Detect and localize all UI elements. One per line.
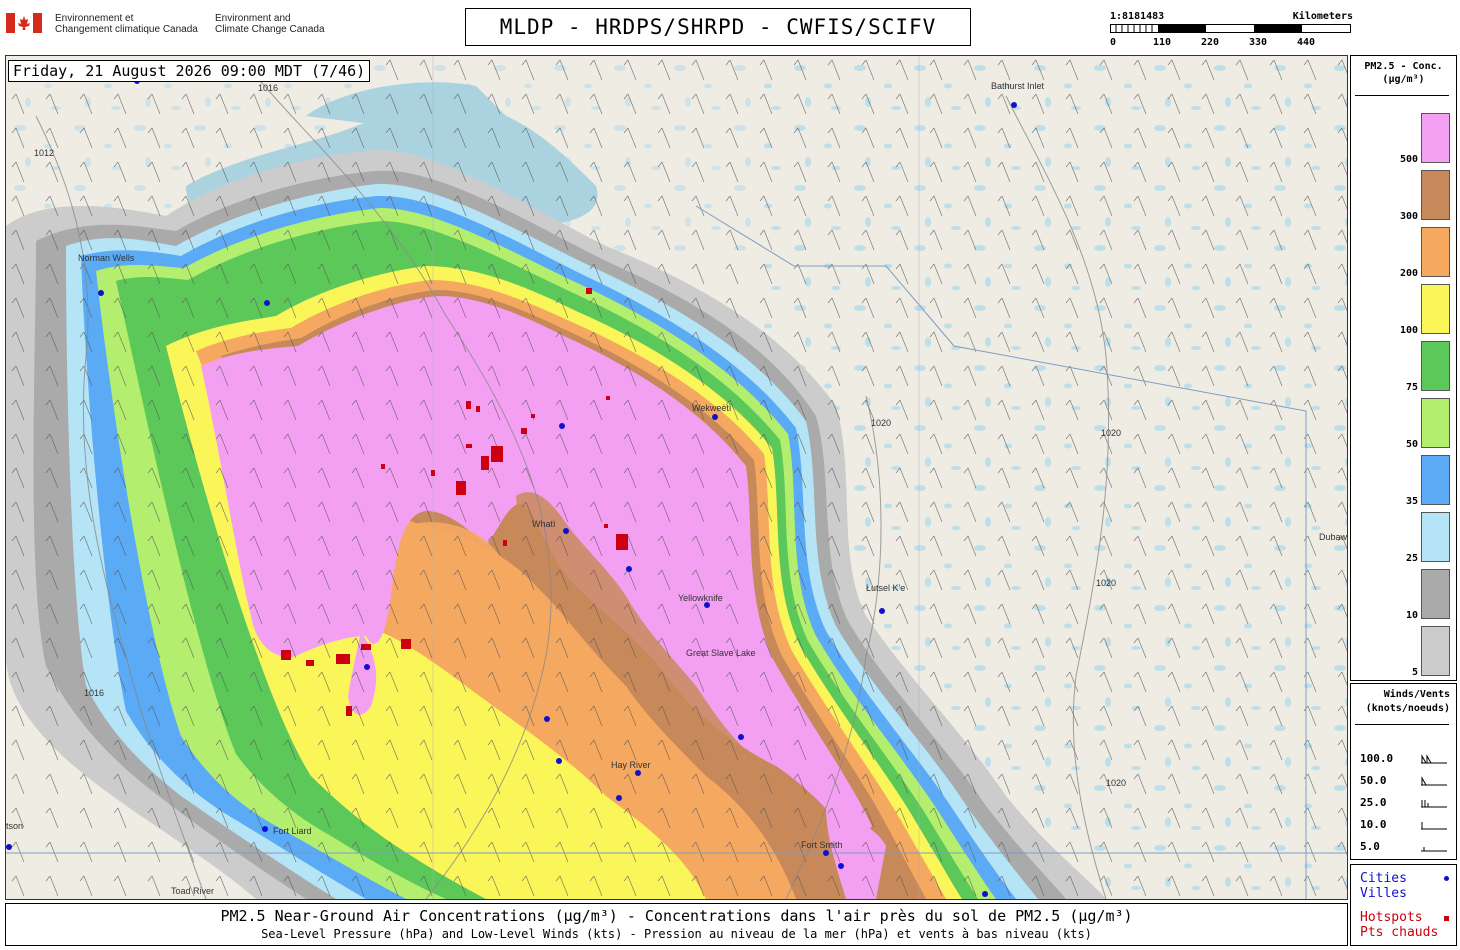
legend-label: 35 xyxy=(1405,496,1418,507)
wind-barb-icon xyxy=(1421,776,1447,786)
isobar-label: 1020 xyxy=(1101,428,1121,438)
wind-legend-title: Winds/Vents xyxy=(1383,689,1450,700)
legend-label: 50 xyxy=(1405,439,1418,450)
legend-swatch xyxy=(1421,341,1450,391)
legend-swatch xyxy=(1421,626,1450,676)
hotspot-symbol-icon xyxy=(1444,916,1449,921)
city-label: Fort Liard xyxy=(273,826,312,836)
isobar-label: 1016 xyxy=(84,688,104,698)
wind-barb-icon xyxy=(1421,822,1447,830)
legend-label: 200 xyxy=(1399,268,1418,279)
scale-tick: 110 xyxy=(1153,37,1172,48)
city-label: Yellowknife xyxy=(678,593,723,603)
villes-label: Villes xyxy=(1360,886,1407,901)
scale-ratio: 1:8181483 xyxy=(1110,11,1165,22)
city-label: Wekweètì xyxy=(692,403,731,413)
isobar-label: 1016 xyxy=(258,83,278,93)
footer-caption: PM2.5 Near-Ground Air Concentrations (µg… xyxy=(5,903,1348,946)
city-label: Toad River xyxy=(171,886,214,896)
wind-barb-icon xyxy=(1421,754,1447,764)
hotspots-label: Hotspots xyxy=(1360,910,1423,925)
agency-name-fr: Environnement et Changement climatique Ca… xyxy=(55,13,198,35)
city-label: Hay River xyxy=(611,760,651,770)
city-label: tson xyxy=(6,821,23,831)
wind-speed-label: 100.0 xyxy=(1360,752,1394,765)
wind-speed-label: 25.0 xyxy=(1360,796,1387,809)
wind-speed-label: 5.0 xyxy=(1360,840,1380,853)
scale-tick: 440 xyxy=(1297,37,1316,48)
header: Environnement et Changement climatique Ca… xyxy=(0,0,1460,52)
legend-swatch xyxy=(1421,284,1450,334)
smoke-forecast-map: 1012 1016 1016 1020 1020 1020 1020 Norma… xyxy=(6,56,1347,899)
legend-label: 100 xyxy=(1399,325,1418,336)
legend-swatch xyxy=(1421,569,1450,619)
city-label: Norman Wells xyxy=(78,253,135,263)
scale-bar: 1:8181483 Kilometers 0 110 220 330 440 xyxy=(1108,10,1353,50)
legend-swatch xyxy=(1421,227,1450,277)
city-symbol-icon xyxy=(1444,876,1449,881)
legend-swatch xyxy=(1421,170,1450,220)
pm25-legend: PM2.5 - Conc. (µg/m³) 500 300 200 100 75 50 35… xyxy=(1350,55,1457,681)
legend-title: PM2.5 - Conc. xyxy=(1364,61,1443,72)
footer-line-1: PM2.5 Near-Ground Air Concentrations (µg… xyxy=(220,907,1133,925)
legend-swatch xyxy=(1421,398,1450,448)
city-label: Bathurst Inlet xyxy=(991,81,1045,91)
legend-label: 5 xyxy=(1411,667,1418,678)
city-label: Whatì xyxy=(532,519,556,529)
wind-speed-label: 50.0 xyxy=(1360,774,1387,787)
legend-label: 300 xyxy=(1399,211,1418,222)
canada-flag-icon xyxy=(6,13,42,33)
symbol-key: Cities Villes Hotspots Pts chauds xyxy=(1350,864,1457,946)
isobar-label: 1020 xyxy=(1096,578,1116,588)
isobar-label: 1020 xyxy=(1106,778,1126,788)
wind-legend: Winds/Vents (knots/noeuds) 100.0 50.0 25.0… xyxy=(1350,683,1457,860)
legend-swatch xyxy=(1421,455,1450,505)
wind-legend-unit: (knots/noeuds) xyxy=(1365,703,1450,714)
legend-label: 25 xyxy=(1405,553,1418,564)
legend-swatch xyxy=(1421,512,1450,562)
legend-swatch xyxy=(1421,113,1450,163)
scale-tick: 330 xyxy=(1249,37,1268,48)
scale-tick: 220 xyxy=(1201,37,1220,48)
lake-label: Dubawnt Lake xyxy=(1319,532,1347,542)
wind-speed-label: 10.0 xyxy=(1360,818,1387,831)
map-canvas[interactable]: 1012 1016 1016 1020 1020 1020 1020 Norma… xyxy=(5,55,1348,900)
cities-label: Cities xyxy=(1360,871,1407,886)
product-title: MLDP - HRDPS/SHRPD - CWFIS/SCIFV xyxy=(465,8,971,46)
legend-unit: (µg/m³) xyxy=(1382,74,1425,85)
forecast-timestamp: Friday, 21 August 2026 09:00 MDT (7/46) xyxy=(8,60,371,82)
wind-barb-icon xyxy=(1421,847,1447,852)
wind-barb-icon xyxy=(1421,800,1447,808)
agency-name-en: Environment and Climate Change Canada xyxy=(215,13,325,35)
legend-label: 10 xyxy=(1405,610,1418,621)
wind-barbs xyxy=(6,56,1347,899)
scale-bar-graphic xyxy=(1110,24,1351,33)
pts-chauds-label: Pts chauds xyxy=(1360,925,1439,940)
lake-label: Great Slave Lake xyxy=(686,648,756,658)
city-label: Łutsel K'e xyxy=(866,583,905,593)
footer-line-2: Sea-Level Pressure (hPa) and Low-Level W… xyxy=(261,927,1092,941)
legend-label: 500 xyxy=(1399,154,1418,165)
scale-unit: Kilometers xyxy=(1292,11,1353,22)
isobar-label: 1020 xyxy=(871,418,891,428)
legend-label: 75 xyxy=(1405,382,1418,393)
isobar-label: 1012 xyxy=(34,148,54,158)
scale-tick: 0 xyxy=(1110,37,1117,48)
city-label: Fort Smith xyxy=(801,840,843,850)
